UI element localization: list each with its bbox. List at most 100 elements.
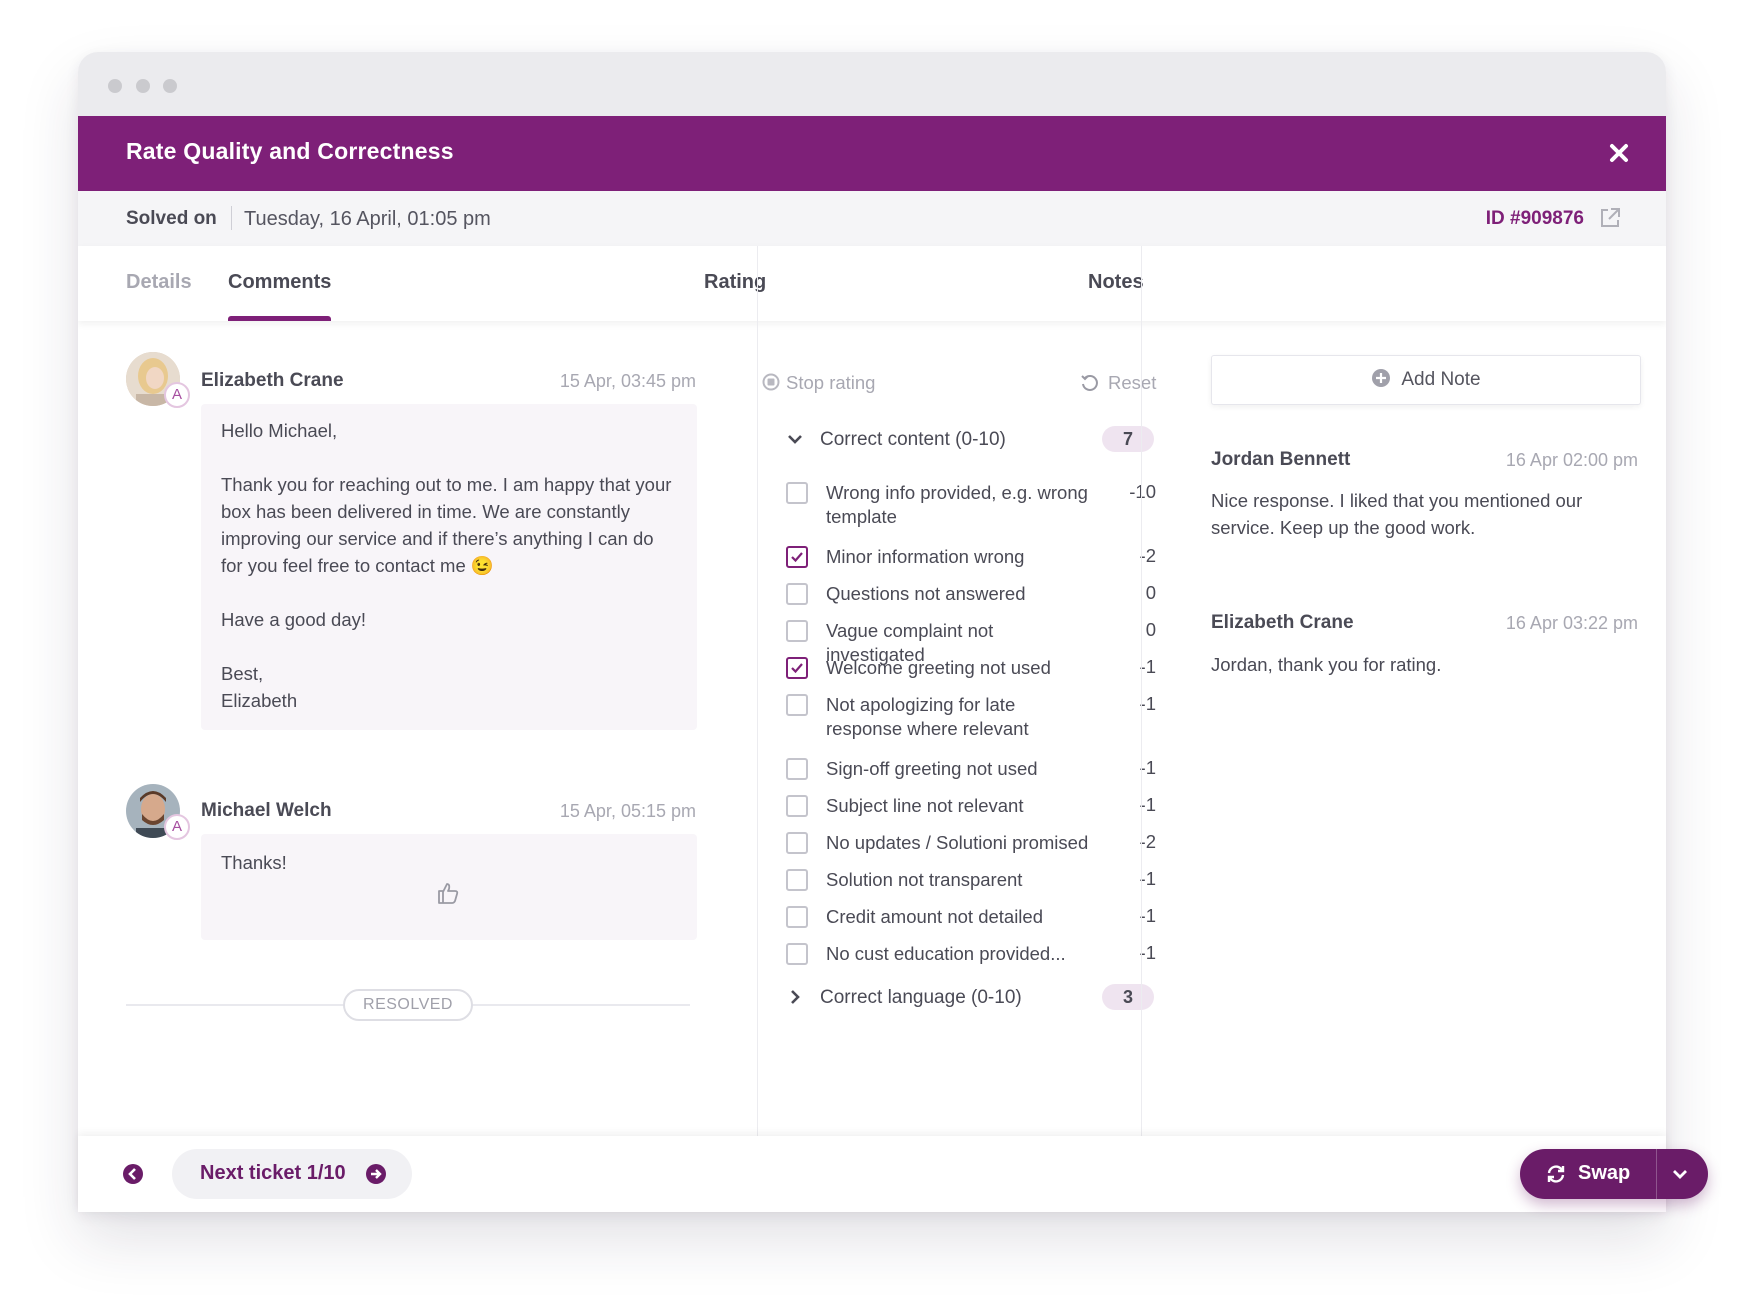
swap-icon	[1547, 1165, 1565, 1183]
check-icon	[791, 663, 803, 674]
comment-paragraph: Have a good day!	[221, 609, 367, 630]
stop-icon	[762, 373, 780, 391]
plus-circle-icon	[1372, 369, 1391, 387]
criteria-label: Sign-off greeting not used	[826, 758, 1038, 779]
agent-badge: A	[164, 382, 190, 408]
criteria-penalty: -1	[1139, 794, 1156, 815]
criteria-checkbox[interactable]	[786, 694, 808, 716]
criteria-row[interactable]: Wrong info provided, e.g. wrong template…	[786, 481, 1156, 531]
comment-author: Elizabeth Crane	[201, 370, 344, 391]
criteria-checkbox[interactable]	[786, 620, 808, 642]
criteria-penalty: -1	[1139, 757, 1156, 778]
reset-button[interactable]: Reset	[1081, 372, 1157, 394]
tab-details[interactable]: Details	[126, 271, 192, 294]
comment-paragraph: Thank you for reaching out to me. I am h…	[221, 474, 672, 576]
comment-bubble: Hello Michael, Thank you for reaching ou…	[201, 404, 697, 730]
note-text: Nice response. I liked that you mentione…	[1211, 490, 1583, 538]
criteria-penalty: 0	[1145, 582, 1156, 603]
comment-time: 15 Apr, 05:15 pm	[559, 801, 696, 821]
criteria-label: No updates / Solutioni promised	[826, 832, 1089, 853]
criteria-penalty: -1	[1139, 693, 1156, 714]
section-correct-language-header[interactable]: Correct language (0-10) 3	[786, 983, 1156, 1013]
chevron-down-icon[interactable]	[1670, 1164, 1690, 1184]
add-note-button[interactable]: Add Note	[1211, 355, 1641, 405]
criteria-checkbox[interactable]	[786, 758, 808, 780]
section-title: Correct language (0-10)	[820, 987, 1022, 1008]
active-tab-indicator	[228, 316, 331, 321]
criteria-checkbox[interactable]	[786, 482, 808, 504]
criteria-penalty: -2	[1139, 545, 1156, 566]
arrow-right-circle-icon	[366, 1164, 386, 1184]
criteria-penalty: -2	[1139, 831, 1156, 852]
criteria-row[interactable]: Not apologizing for late response where …	[786, 693, 1156, 743]
criteria-penalty: -1	[1139, 942, 1156, 963]
ticket-info-bar: Solved on Tuesday, 16 April, 01:05 pm ID…	[78, 191, 1666, 246]
comment-bubble: Thanks!	[201, 834, 697, 940]
criteria-label: Minor information wrong	[826, 546, 1025, 567]
external-link-icon[interactable]	[1598, 206, 1622, 230]
comment-author: Michael Welch	[201, 800, 332, 821]
swap-button[interactable]: Swap	[1520, 1149, 1708, 1199]
swap-label: Swap	[1578, 1162, 1631, 1184]
chevron-right-icon	[791, 990, 800, 1004]
criteria-penalty: -1	[1139, 905, 1156, 926]
criteria-label: Credit amount not detailed	[826, 906, 1043, 927]
section-correct-content-header[interactable]: Correct content (0-10) 7	[786, 425, 1156, 455]
column-divider	[1141, 246, 1142, 1136]
note-text: Jordan, thank you for rating.	[1211, 654, 1442, 675]
reset-label: Reset	[1108, 372, 1157, 393]
criteria-label: Welcome greeting not used	[826, 657, 1051, 678]
criteria-penalty: -1	[1139, 656, 1156, 677]
criteria-label: Questions not answered	[826, 583, 1026, 604]
dialog-footer: Next ticket 1/10 Swap	[78, 1136, 1708, 1212]
section-score: 3	[1102, 984, 1154, 1010]
chevron-down-icon	[788, 435, 802, 444]
window-dot-minimize[interactable]	[136, 79, 150, 93]
check-icon	[791, 552, 803, 563]
window-chrome	[78, 52, 1666, 116]
criteria-checkbox[interactable]	[786, 657, 808, 679]
notes-column-title: Notes	[1088, 271, 1144, 293]
criteria-checkbox[interactable]	[786, 583, 808, 605]
close-icon[interactable]	[1602, 136, 1636, 170]
criteria-checkbox[interactable]	[786, 943, 808, 965]
tab-comments[interactable]: Comments	[228, 271, 331, 294]
window-dot-maximize[interactable]	[163, 79, 177, 93]
criteria-checkbox[interactable]	[786, 869, 808, 891]
arrow-left-circle-icon[interactable]	[122, 1163, 144, 1185]
comment-paragraph: Thanks!	[221, 852, 287, 873]
note-time: 16 Apr 02:00 pm	[1505, 450, 1638, 470]
note-time: 16 Apr 03:22 pm	[1505, 613, 1638, 633]
resolved-status-badge: RESOLVED	[343, 989, 473, 1021]
note-author: Jordan Bennett	[1211, 449, 1351, 470]
solved-on-label: Solved on	[126, 208, 217, 229]
next-ticket-button[interactable]: Next ticket 1/10	[172, 1149, 412, 1199]
section-title: Correct content (0-10)	[820, 429, 1006, 450]
dialog-header: Rate Quality and Correctness	[78, 116, 1666, 191]
criteria-checkbox[interactable]	[786, 546, 808, 568]
swap-divider	[1656, 1149, 1657, 1199]
window-dot-close[interactable]	[108, 79, 122, 93]
panel-header-row: Details Comments Rating Notes	[78, 246, 1666, 321]
criteria-checkbox[interactable]	[786, 906, 808, 928]
criteria-checkbox[interactable]	[786, 795, 808, 817]
dialog-title: Rate Quality and Correctness	[126, 138, 454, 164]
section-score: 7	[1102, 426, 1154, 452]
criteria-label: Solution not transparent	[826, 869, 1023, 890]
ticket-id: ID #909876	[1485, 208, 1584, 229]
comment-time: 15 Apr, 03:45 pm	[559, 371, 696, 391]
reset-icon	[1081, 375, 1098, 391]
next-ticket-label: Next ticket 1/10	[200, 1162, 346, 1184]
stop-rating-button[interactable]: Stop rating	[762, 372, 876, 394]
criteria-label: Not apologizing for late response where …	[826, 694, 1029, 739]
note-author: Elizabeth Crane	[1211, 612, 1354, 633]
comment-paragraph: Hello Michael,	[221, 420, 338, 441]
stop-rating-label: Stop rating	[786, 372, 876, 393]
criteria-label: Subject line not relevant	[826, 795, 1024, 816]
criteria-label: Wrong info provided, e.g. wrong template	[826, 482, 1088, 527]
criteria-checkbox[interactable]	[786, 832, 808, 854]
thumbs-up-icon[interactable]	[435, 880, 461, 906]
criteria-penalty: -1	[1139, 868, 1156, 889]
column-divider	[757, 246, 758, 1136]
criteria-label: No cust education provided...	[826, 943, 1066, 964]
